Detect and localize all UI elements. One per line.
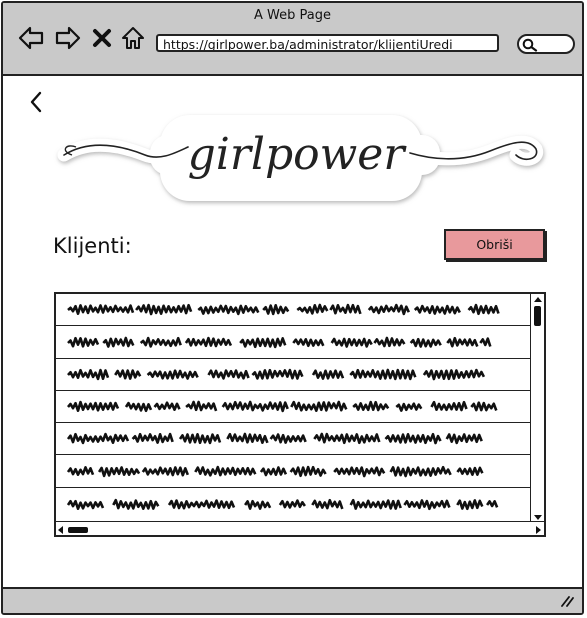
scroll-down-icon [534, 515, 542, 520]
home-icon[interactable] [120, 25, 146, 51]
scribbled-text [67, 336, 492, 349]
back-chevron-icon[interactable] [28, 91, 44, 113]
scribbled-text [66, 465, 484, 478]
scroll-up-icon [534, 297, 542, 302]
page-title: Klijenti: [53, 234, 132, 258]
list-item[interactable] [56, 359, 532, 391]
browser-toolbar: A Web Page https://girlpower.ba/administ… [3, 3, 582, 76]
list-item[interactable] [56, 391, 532, 423]
scribbled-text [66, 498, 499, 511]
browser-window: A Web Page https://girlpower.ba/administ… [1, 1, 584, 615]
horizontal-scrollbar[interactable] [56, 521, 544, 535]
list-item[interactable] [56, 327, 532, 359]
window-title: A Web Page [254, 8, 331, 23]
forward-arrow-icon[interactable] [55, 25, 81, 51]
list-item[interactable] [56, 489, 532, 523]
list-item[interactable] [56, 294, 532, 326]
scroll-thumb [534, 306, 541, 326]
scroll-right-icon [536, 526, 541, 534]
scribbled-text [66, 432, 483, 445]
vertical-scrollbar[interactable] [530, 294, 544, 523]
resize-grip-icon[interactable] [560, 595, 574, 607]
scroll-hthumb [68, 527, 88, 533]
address-bar[interactable]: https://girlpower.ba/administrator/klije… [156, 34, 499, 52]
scroll-left-icon [58, 526, 63, 534]
logo-text: girlpower [188, 129, 408, 180]
delete-button[interactable]: Obriši [444, 229, 545, 260]
client-list[interactable] [54, 292, 546, 537]
scribbled-text [67, 303, 500, 316]
search-field[interactable] [517, 34, 575, 54]
girlpower-logo: girlpower [57, 115, 544, 201]
search-icon [522, 38, 538, 52]
list-item[interactable] [56, 423, 532, 455]
back-arrow-icon[interactable] [18, 25, 44, 51]
scribbled-text [67, 400, 498, 413]
status-bar [3, 587, 582, 613]
scribbled-text [67, 368, 486, 381]
stop-icon[interactable] [92, 28, 112, 48]
list-item[interactable] [56, 456, 532, 488]
